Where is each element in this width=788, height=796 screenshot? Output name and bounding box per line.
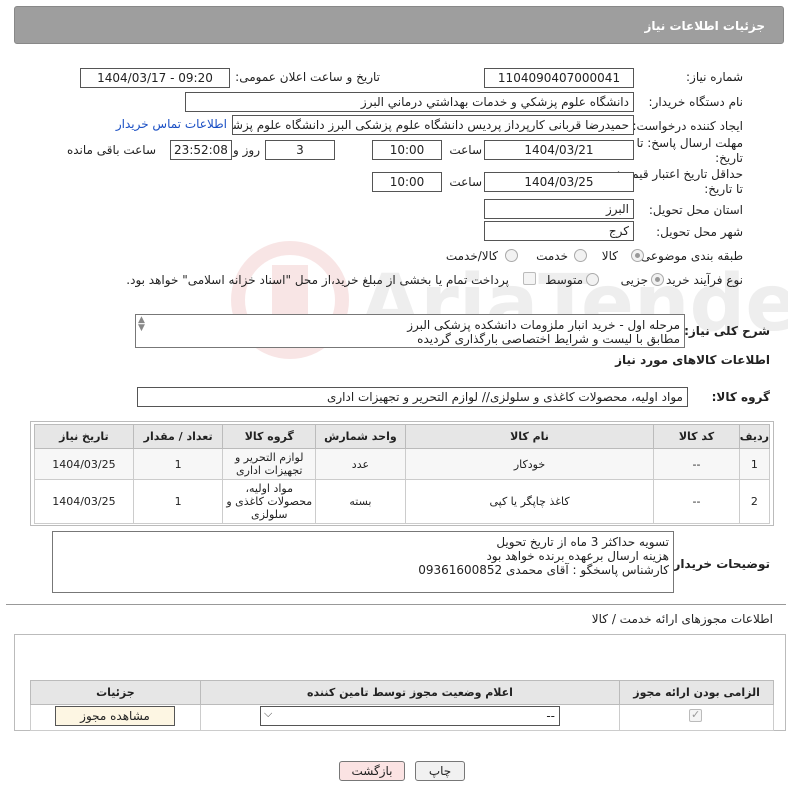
row-code: -- [653,448,740,480]
row-date: 1404/03/25 [34,479,134,524]
days-label: روز و [233,143,260,157]
permits-divider [6,604,786,605]
goods-section-title: اطلاعات کالاهای مورد نیاز [615,353,770,367]
category-goods-service-label: کالا/خدمت [445,249,498,263]
row-date: 1404/03/25 [34,448,134,480]
city-field: کرج [484,221,634,241]
col-code: کد کالا [653,424,740,449]
permit-col-details: جزئیات [30,680,201,705]
need-number-label: شماره نیاز: [686,70,743,84]
row-code: -- [653,479,740,524]
province-field: البرز [484,199,634,219]
permit-col-status: اعلام وضعیت مجوز توسط تامین کننده [199,680,621,705]
deadline-time-label: ساعت [449,143,482,157]
validity-date-field: 1404/03/25 [484,172,634,192]
announce-label: تاریخ و ساعت اعلان عمومی: [235,70,380,84]
validity-label-date: تا تاریخ: [704,182,743,196]
description-textarea[interactable]: مرحله اول - خرید انبار ملزومات دانشکده پ… [135,314,685,348]
category-goods-service-radio[interactable] [505,249,518,262]
process-minor-label: جزیی [620,273,648,287]
validity-time-label: ساعت [449,175,482,189]
table-row[interactable]: 2 -- کاغذ چاپگر یا کپی بسته مواد اولیه، … [34,479,771,524]
row-index: 2 [738,479,771,524]
process-medium-radio[interactable] [586,273,599,286]
col-date: تاریخ نیاز [34,424,134,449]
process-medium-label: متوسط [545,273,583,287]
row-name: کاغذ چاپگر یا کپی [404,479,655,524]
requester-field: حمیدرضا قربانی کارپرداز پردیس دانشگاه عل… [232,115,634,135]
row-group: مواد اولیه، محصولات کاغذی و سلولزی [222,479,317,524]
table-row[interactable]: 1 -- خودکار عدد لوازم التحریر و تجهیزات … [34,448,771,480]
buyer-notes-label: توضیحات خریدار: [668,557,770,571]
category-service-radio[interactable] [574,249,587,262]
process-minor-radio[interactable] [651,273,664,286]
print-button[interactable]: چاپ [415,761,465,781]
row-qty: 1 [132,479,224,524]
announce-field: 1404/03/17 - 09:20 [80,68,230,88]
category-service-label: خدمت [536,249,568,263]
row-group: لوازم التحریر و تجهیزات اداری [222,448,317,480]
category-goods-label: کالا [601,249,618,263]
buyer-org-label: نام دستگاه خریدار: [648,95,744,109]
scroll-arrows-icon[interactable]: ▲ ▼ [138,316,145,333]
view-permit-button[interactable]: مشاهده مجوز [55,706,175,726]
deadline-date-field: 1404/03/21 [484,140,634,160]
col-index: ردیف [738,424,771,449]
remaining-time-field: 23:52:08 [170,140,232,160]
requester-label: ایجاد کننده درخواست: [632,119,743,133]
permit-status-select[interactable]: -- [260,706,560,726]
page-header: جزئیات اطلاعات نیاز [14,6,784,44]
col-name: نام کالا [404,424,655,449]
remaining-time-label: ساعت باقی مانده [66,143,156,157]
col-unit: واحد شمارش [315,424,406,449]
deadline-label: مهلت ارسال پاسخ: تا [636,136,743,150]
chevron-down-icon[interactable]: ⌵ [264,707,272,721]
row-qty: 1 [132,448,224,480]
need-number-field: 1104090407000041 [484,68,634,88]
buyer-contact-link[interactable]: اطلاعات تماس خریدار [116,117,227,131]
days-field: 3 [265,140,335,160]
row-unit: بسته [315,479,406,524]
deadline-label-date: تاریخ: [715,151,743,165]
city-label: شهر محل تحویل: [656,225,743,239]
permit-col-required: الزامی بودن ارائه مجوز [619,680,774,705]
category-label: طبقه بندی موضوعی: [636,249,743,263]
process-label: نوع فرآیند خرید : [658,273,743,287]
page-title: جزئیات اطلاعات نیاز [644,19,765,33]
col-qty: تعداد / مقدار [132,424,224,449]
category-goods-radio[interactable] [631,249,644,262]
buyer-notes-textarea[interactable]: تسویه حداکثر 3 ماه از تاریخ تحویل هزینه … [52,531,674,593]
province-label: استان محل تحویل: [648,203,743,217]
description-label: شرح کلی نیاز: [684,324,770,338]
row-unit: عدد [315,448,406,480]
buyer-org-field: دانشگاه علوم پزشکي و خدمات بهداشتي درمان… [185,92,634,112]
back-button[interactable]: بازگشت [339,761,405,781]
check-icon: ✓ [691,708,701,721]
goods-group-field: مواد اولیه، محصولات کاغذی و سلولزی// لوا… [137,387,688,407]
validity-label: حداقل تاریخ اعتبار قیمت: [616,167,743,181]
validity-time-field: 10:00 [372,172,442,192]
row-name: خودکار [404,448,655,480]
col-group: گروه کالا [222,424,317,449]
row-index: 1 [738,448,771,480]
goods-group-label: گروه کالا: [711,390,770,404]
permits-section-title: اطلاعات مجوزهای ارائه خدمت / کالا [591,612,773,626]
deadline-time-field: 10:00 [372,140,442,160]
treasury-bonds-checkbox[interactable] [523,272,536,285]
permit-status-value: -- [546,709,555,723]
treasury-note: پرداخت تمام یا بخشی از مبلغ خرید،از محل … [126,273,509,287]
goods-table: ردیف کد کالا نام کالا واحد شمارش گروه کا… [34,424,771,524]
